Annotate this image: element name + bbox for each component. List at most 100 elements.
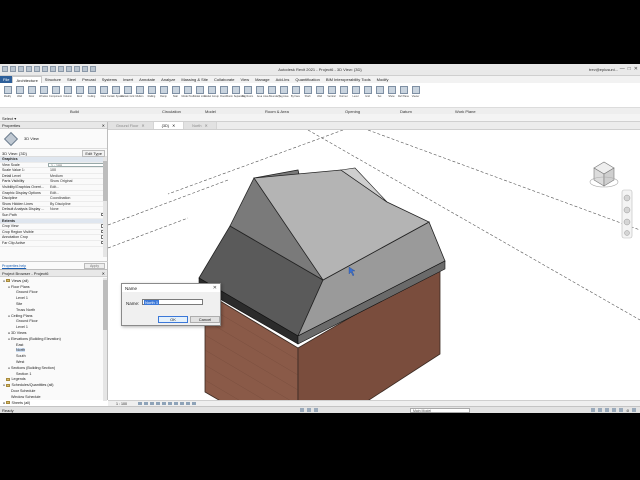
property-row[interactable]: Far Clip Active — [0, 240, 104, 247]
tool-door[interactable]: Door — [26, 84, 37, 106]
tool-component[interactable]: Component — [49, 84, 62, 106]
tool-model-group[interactable]: Model Group — [204, 84, 219, 106]
crop-region-icon[interactable] — [174, 402, 178, 405]
tool-set[interactable]: Set — [374, 84, 385, 106]
3d-view-canvas[interactable] — [107, 129, 640, 413]
type-selector[interactable]: 3D View — [0, 129, 107, 149]
tool-viewer[interactable]: Viewer — [410, 84, 421, 106]
shadows-icon[interactable] — [156, 402, 160, 405]
close-icon[interactable]: ✕ — [141, 123, 144, 128]
ribbon-tab-massing-site[interactable]: Massing & Site — [178, 76, 211, 83]
property-value[interactable]: Edit... — [48, 191, 104, 196]
worksets-icon[interactable] — [300, 408, 304, 412]
edit-type-button[interactable]: Edit Type — [82, 150, 105, 157]
tool-window[interactable]: Window — [38, 84, 49, 106]
minimize-button[interactable]: — — [620, 66, 625, 72]
tool-by-face[interactable]: By Face — [290, 84, 301, 106]
visual-style-icon[interactable] — [144, 402, 148, 405]
detail-level-icon[interactable] — [138, 402, 142, 405]
property-value[interactable]: Show Original — [48, 179, 104, 184]
close-icon[interactable]: ✕ — [172, 123, 175, 128]
tool-stair[interactable]: Stair — [170, 84, 181, 106]
view-tab[interactable]: {3D} ✕ — [153, 122, 185, 129]
property-value[interactable] — [48, 241, 101, 246]
tool-ramp[interactable]: Ramp — [158, 84, 169, 106]
tool-level[interactable]: Level — [350, 84, 361, 106]
drag-elements-icon[interactable] — [618, 408, 623, 412]
instance-selector[interactable]: 3D View: {3D} Edit Type — [0, 149, 107, 157]
tool-vertical[interactable]: Vertical — [326, 84, 337, 106]
active-model-field[interactable]: Main Model — [410, 408, 470, 413]
crop-view-icon[interactable] — [168, 402, 172, 405]
ribbon-tab-structure[interactable]: Structure — [42, 76, 64, 83]
tool-ceiling[interactable]: Ceiling — [86, 84, 97, 106]
view-cube[interactable] — [589, 161, 619, 188]
close-icon[interactable]: ✕ — [213, 285, 217, 291]
rendering-icon[interactable] — [162, 402, 166, 405]
user-account[interactable]: trev@eplusuni... — [589, 67, 618, 72]
ribbon-tab-file[interactable]: File — [0, 76, 13, 83]
tool-room-separator[interactable]: Room Separator — [226, 84, 245, 106]
tool-curtain-system[interactable]: Curtain System — [107, 84, 124, 106]
tool-mullion[interactable]: Mullion — [134, 84, 145, 106]
tool-ref-plane[interactable]: Ref Plane — [398, 84, 409, 106]
tool-wall[interactable]: Wall — [314, 84, 325, 106]
property-value[interactable]: 1 : 100 — [48, 162, 104, 168]
ok-button[interactable]: OK — [158, 316, 188, 323]
ribbon-tab-systems[interactable]: Systems — [99, 76, 120, 83]
property-value[interactable] — [48, 235, 101, 240]
ribbon-tab-precast[interactable]: Precast — [79, 76, 99, 83]
ribbon-tab-steel[interactable]: Steel — [64, 76, 79, 83]
tool-grid[interactable]: Grid — [362, 84, 373, 106]
view-tab[interactable]: Ground Floor ✕ — [108, 122, 154, 129]
tool-column[interactable]: Column — [62, 84, 73, 106]
ribbon-tab-architecture[interactable]: Architecture — [12, 76, 42, 83]
select-links-icon[interactable] — [590, 408, 595, 412]
reveal-hidden-icon[interactable] — [192, 402, 196, 405]
ribbon-tab-annotate[interactable]: Annotate — [136, 76, 158, 83]
cancel-button[interactable]: Cancel — [190, 316, 220, 323]
property-value[interactable]: Edit... — [48, 185, 104, 190]
maximize-button[interactable]: □ — [628, 66, 631, 72]
editable-only-icon[interactable] — [307, 408, 311, 412]
select-dropdown[interactable]: Select ▾ — [2, 116, 16, 121]
property-value[interactable]: Coordination — [48, 196, 104, 201]
ribbon-tab-manage[interactable]: Manage — [252, 76, 272, 83]
tool-modify[interactable]: Modify — [2, 84, 13, 106]
tool-wall[interactable]: Wall — [14, 84, 25, 106]
name-input[interactable]: North 1 — [142, 299, 203, 305]
ribbon-tab-collaborate[interactable]: Collaborate — [211, 76, 237, 83]
tool-railing[interactable]: Railing — [146, 84, 157, 106]
ribbon-tab-bim-interoperability-tools[interactable]: BIM Interoperability Tools — [323, 76, 374, 83]
select-pinned-icon[interactable] — [604, 408, 609, 412]
properties-scrollbar[interactable] — [103, 157, 107, 257]
property-value[interactable]: None — [48, 207, 104, 212]
tool-shaft[interactable]: Shaft — [302, 84, 313, 106]
property-value[interactable]: 100 — [48, 168, 104, 173]
property-value[interactable] — [48, 224, 101, 229]
select-underlay-icon[interactable] — [597, 408, 602, 412]
browser-scrollbar[interactable] — [103, 278, 107, 401]
tool-curtain-grid[interactable]: Curtain Grid — [121, 84, 134, 106]
ribbon-tab-insert[interactable]: Insert — [120, 76, 136, 83]
tool-roof[interactable]: Roof — [74, 84, 85, 106]
tool-tag-area[interactable]: Tag Area — [278, 84, 289, 106]
tool-tag-room[interactable]: Tag Room — [242, 84, 253, 106]
navigation-bar[interactable] — [621, 189, 633, 239]
ribbon-tab-view[interactable]: View — [237, 76, 252, 83]
tool-show[interactable]: Show — [386, 84, 397, 106]
select-by-face-icon[interactable] — [611, 408, 616, 412]
tool-dormer[interactable]: Dormer — [338, 84, 349, 106]
tool-model-text[interactable]: Model Text — [181, 84, 194, 106]
close-icon[interactable]: ✕ — [102, 271, 105, 276]
view-tab[interactable]: North ✕ — [184, 122, 217, 129]
sun-path-icon[interactable] — [150, 402, 154, 405]
ribbon-tab-add-ins[interactable]: Add-Ins — [273, 76, 293, 83]
property-value[interactable] — [48, 213, 101, 218]
design-options-icon[interactable] — [314, 408, 318, 412]
temporary-hide-icon[interactable] — [186, 402, 190, 405]
ribbon-tab-analyze[interactable]: Analyze — [158, 76, 178, 83]
close-button[interactable]: ✕ — [634, 66, 638, 72]
property-value[interactable]: By Discipline — [48, 202, 104, 207]
tool-area-boundary[interactable]: Area Boundary — [263, 84, 280, 106]
